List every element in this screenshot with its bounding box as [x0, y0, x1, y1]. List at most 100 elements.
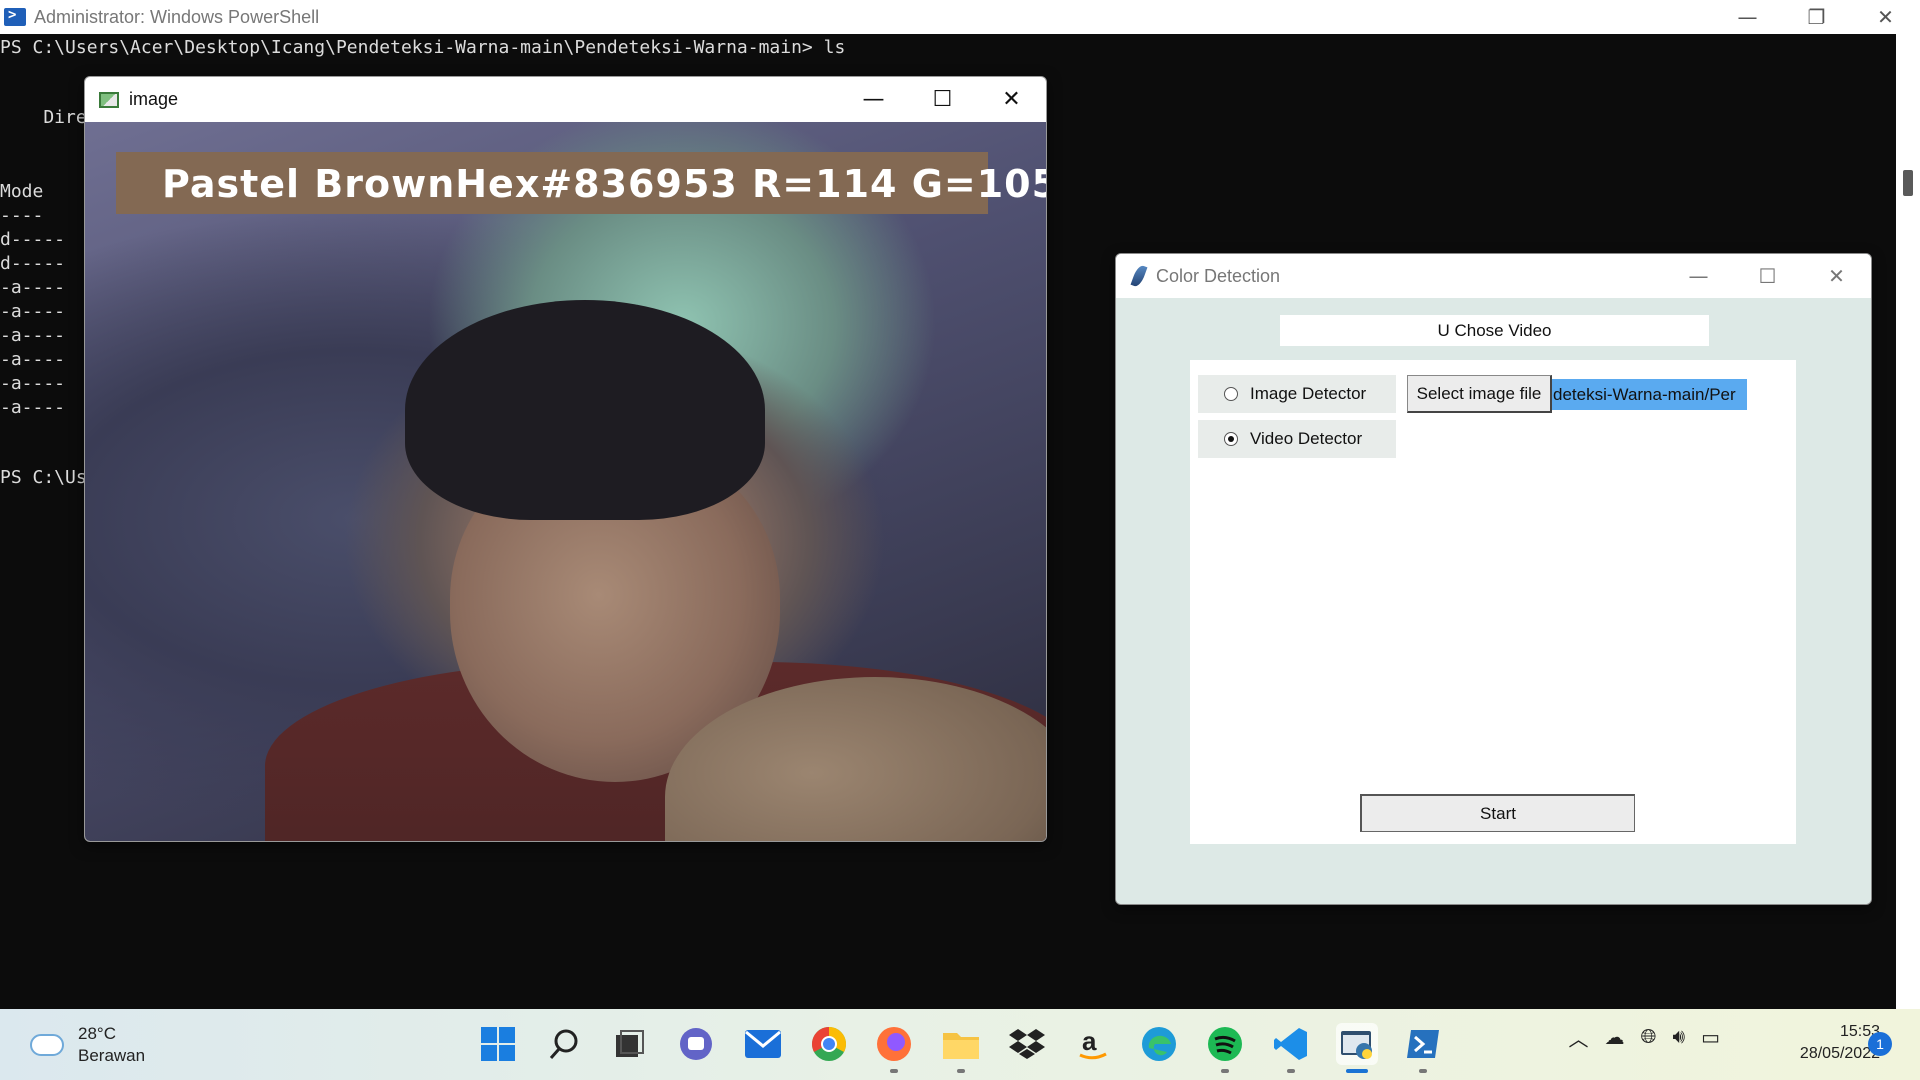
- video-detector-radio[interactable]: Video Detector: [1198, 420, 1396, 458]
- console-line: Mode: [0, 181, 44, 202]
- weather-widget[interactable]: 28°C Berawan: [26, 1023, 146, 1067]
- powershell-title: Administrator: Windows PowerShell: [34, 6, 320, 27]
- detected-color-text: Pastel BrownHex#836953 R=114 G=105 B=8: [162, 162, 1047, 206]
- python-button[interactable]: [1336, 1023, 1378, 1073]
- edge-icon: [1142, 1027, 1176, 1061]
- taskbar: 28°C Berawan a ︿ ☁ 🌐︎ 🔊︎ ▭ 15:53 28/05/2…: [0, 1009, 1920, 1080]
- image-window[interactable]: image — ☐ ✕ Pastel BrownHex#836953 R=114…: [84, 76, 1047, 842]
- volume-icon[interactable]: 🔊︎: [1672, 1026, 1685, 1049]
- active-indicator: [1346, 1069, 1368, 1073]
- running-indicator: [890, 1069, 898, 1073]
- running-indicator: [957, 1069, 965, 1073]
- windows-icon: [481, 1027, 515, 1061]
- status-label: U Chose Video: [1280, 315, 1709, 346]
- partly-cloudy-icon: [26, 1026, 64, 1056]
- vscode-icon: [1274, 1028, 1307, 1060]
- tk-feather-icon: [1130, 263, 1148, 289]
- color-detection-body: U Chose Video Image Detector Video Detec…: [1116, 298, 1871, 904]
- restore-button[interactable]: ❐: [1782, 0, 1851, 34]
- controls-panel: Image Detector Video Detector Select ima…: [1190, 360, 1796, 844]
- select-image-file-button[interactable]: Select image file: [1407, 375, 1552, 413]
- clock[interactable]: 15:53 28/05/2022: [1760, 1021, 1880, 1065]
- console-line: ----: [0, 205, 44, 226]
- spotify-button[interactable]: [1204, 1023, 1246, 1073]
- onedrive-icon[interactable]: ☁: [1604, 1025, 1624, 1050]
- detected-color-label: Pastel BrownHex#836953 R=114 G=105 B=8: [116, 152, 1046, 214]
- console-line: PS C:\Users\Acer\Desktop\Icang\Pendeteks…: [0, 37, 846, 58]
- image-window-titlebar[interactable]: image — ☐ ✕: [85, 77, 1046, 122]
- battery-icon[interactable]: ▭: [1701, 1025, 1720, 1050]
- edge-button[interactable]: [1138, 1023, 1180, 1065]
- image-window-title: image: [129, 89, 179, 109]
- video-detector-label: Video Detector: [1250, 429, 1363, 448]
- minimize-button[interactable]: —: [839, 77, 908, 122]
- powershell-titlebar: Administrator: Windows PowerShell — ❐ ✕: [0, 0, 1920, 34]
- amazon-button[interactable]: a: [1072, 1023, 1114, 1065]
- search-button[interactable]: [543, 1023, 585, 1065]
- frame-cap: [405, 300, 765, 520]
- console-scrollbar[interactable]: [1896, 34, 1920, 1009]
- maximize-button[interactable]: ☐: [1733, 254, 1802, 298]
- dropbox-icon: [1009, 1029, 1045, 1059]
- file-path-field[interactable]: deteksi-Warna-main/Per: [1552, 379, 1747, 410]
- chevron-up-icon[interactable]: ︿: [1568, 1023, 1588, 1052]
- network-icon[interactable]: 🌐︎: [1640, 1026, 1656, 1049]
- running-indicator: [1221, 1069, 1229, 1073]
- scrollbar-thumb[interactable]: [1903, 170, 1913, 196]
- console-line: -a----: [0, 325, 66, 346]
- task-view-button[interactable]: [608, 1023, 650, 1065]
- running-indicator: [1419, 1069, 1427, 1073]
- maximize-button[interactable]: ☐: [908, 77, 977, 122]
- close-button[interactable]: ✕: [1851, 0, 1920, 34]
- console-line: -a----: [0, 373, 66, 394]
- python-icon: [1341, 1031, 1372, 1059]
- folder-icon: [943, 1033, 979, 1059]
- image-detector-radio[interactable]: Image Detector: [1198, 375, 1396, 413]
- image-window-icon: [99, 91, 119, 108]
- file-explorer-button[interactable]: [940, 1023, 982, 1073]
- console-line: -a----: [0, 397, 66, 418]
- console-line: PS C:\Us: [0, 467, 87, 488]
- search-icon: [549, 1029, 578, 1059]
- svg-text:a: a: [1082, 1026, 1097, 1056]
- start-button[interactable]: Start: [1360, 794, 1635, 832]
- color-detection-titlebar[interactable]: Color Detection — ☐ ✕: [1116, 254, 1871, 298]
- running-indicator: [1287, 1069, 1295, 1073]
- firefox-button[interactable]: [873, 1023, 915, 1073]
- image-detector-label: Image Detector: [1250, 384, 1367, 403]
- console-line: -a----: [0, 301, 66, 322]
- powershell-icon: [1407, 1030, 1439, 1058]
- color-detection-title: Color Detection: [1156, 265, 1281, 286]
- dropbox-button[interactable]: [1006, 1023, 1048, 1065]
- powershell-button[interactable]: [1402, 1023, 1444, 1073]
- color-detection-window[interactable]: Color Detection — ☐ ✕ U Chose Video Imag…: [1115, 253, 1872, 905]
- vscode-button[interactable]: [1270, 1023, 1312, 1073]
- console-line: Dire: [0, 107, 87, 128]
- powershell-icon: [4, 7, 26, 26]
- minimize-button[interactable]: —: [1664, 254, 1733, 298]
- minimize-button[interactable]: —: [1713, 0, 1782, 34]
- mail-button[interactable]: [742, 1023, 784, 1065]
- amazon-icon: a: [1079, 1026, 1107, 1060]
- radio-indicator-selected[interactable]: [1224, 432, 1238, 446]
- webcam-frame: Pastel BrownHex#836953 R=114 G=105 B=8: [85, 122, 1046, 841]
- console-line: -a----: [0, 349, 66, 370]
- chat-button[interactable]: [675, 1023, 717, 1065]
- firefox-icon: [877, 1027, 911, 1061]
- close-button[interactable]: ✕: [1802, 254, 1871, 298]
- console-line: -a----: [0, 277, 66, 298]
- spotify-icon: [1208, 1027, 1242, 1061]
- start-button[interactable]: [477, 1023, 519, 1065]
- weather-condition: Berawan: [78, 1046, 146, 1065]
- time: 15:53: [1839, 1023, 1880, 1040]
- date: 28/05/2022: [1799, 1045, 1880, 1062]
- chrome-button[interactable]: [808, 1023, 850, 1065]
- console-line: d-----: [0, 253, 66, 274]
- notification-badge[interactable]: 1: [1868, 1032, 1892, 1056]
- chrome-icon: [812, 1027, 846, 1061]
- system-tray: ︿ ☁ 🌐︎ 🔊︎ ▭: [1568, 1023, 1720, 1052]
- teams-chat-icon: [680, 1028, 712, 1060]
- radio-indicator[interactable]: [1224, 387, 1238, 401]
- close-button[interactable]: ✕: [977, 77, 1046, 122]
- temperature: 28°C: [78, 1024, 116, 1043]
